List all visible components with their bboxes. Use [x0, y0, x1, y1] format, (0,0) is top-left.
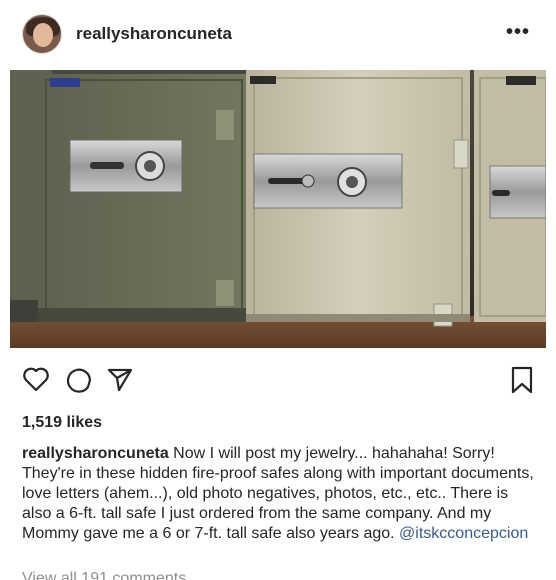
safe-center	[246, 70, 470, 327]
safe-right	[474, 70, 546, 322]
photo-safes-illustration	[10, 70, 546, 348]
comment-icon[interactable]	[64, 366, 92, 394]
view-all-comments-link[interactable]: View all 191 comments	[22, 570, 186, 580]
post-caption: reallysharoncuneta Now I will post my je…	[22, 444, 534, 544]
caption-mention[interactable]: @itskcconcepcion	[399, 525, 528, 542]
safe-left	[38, 74, 250, 322]
likes-count[interactable]: 1,519 likes	[22, 414, 102, 432]
post-photo[interactable]	[10, 70, 546, 348]
heart-icon[interactable]	[22, 366, 50, 392]
caption-username[interactable]: reallysharoncuneta	[22, 445, 169, 462]
post-header: reallysharoncuneta •••	[0, 0, 556, 70]
action-bar	[0, 360, 556, 400]
avatar-face	[33, 23, 53, 47]
post-username[interactable]: reallysharoncuneta	[76, 24, 232, 44]
more-options-icon[interactable]: •••	[506, 21, 530, 44]
send-icon[interactable]	[106, 366, 134, 392]
avatar[interactable]	[22, 14, 62, 54]
bookmark-icon[interactable]	[510, 366, 534, 394]
